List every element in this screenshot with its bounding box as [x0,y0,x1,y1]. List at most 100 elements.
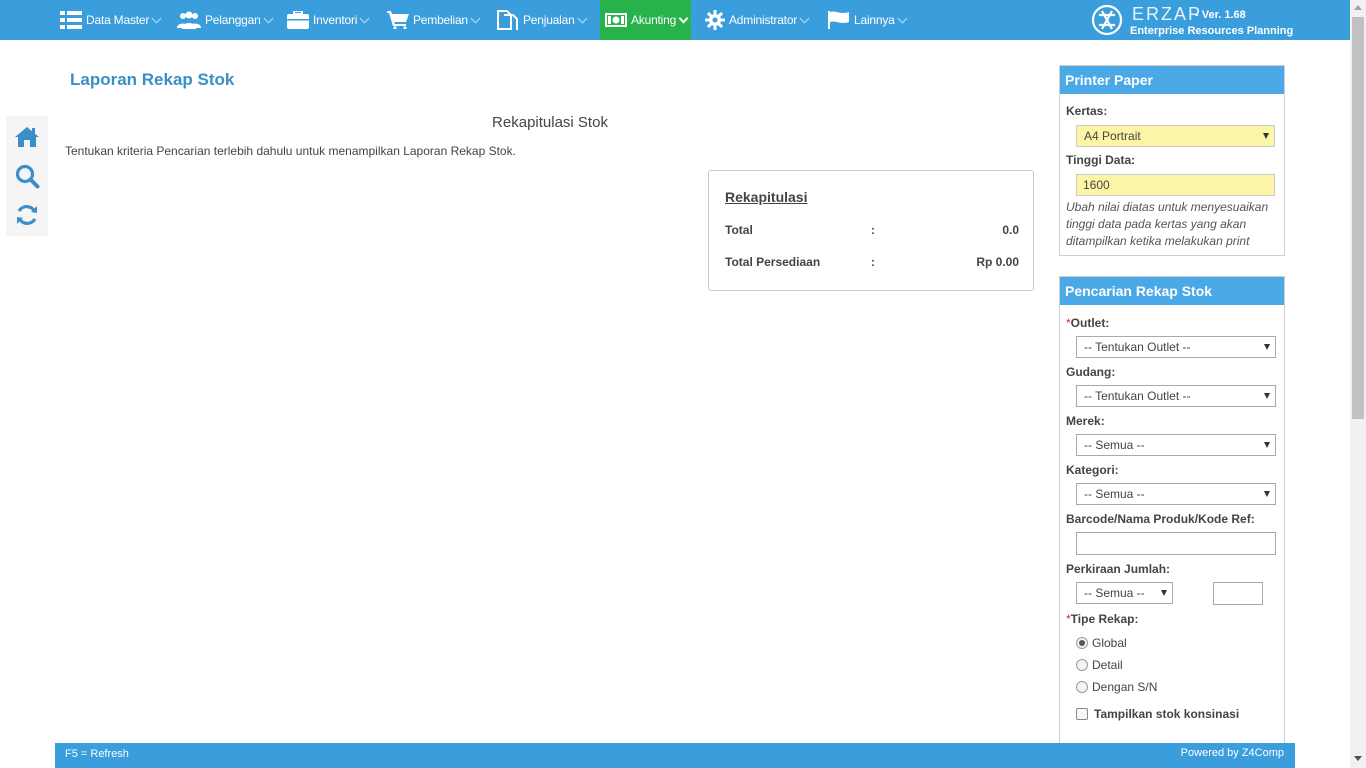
footer-bar: F5 = Refresh Powered by Z4Comp [55,743,1295,768]
nav-inventori[interactable]: Inventori [287,0,370,40]
kertas-select[interactable]: A4 Portrait [1076,125,1275,147]
radio-checked-icon[interactable] [1076,637,1088,649]
printer-hint: Ubah nilai diatas untuk menyesuaikan tin… [1066,200,1269,248]
recap-value: Rp 0.00 [976,255,1019,269]
nav-data-master[interactable]: Data Master [60,0,162,40]
dropdown-arrow-icon [1264,442,1270,448]
outlet-select[interactable]: -- Tentukan Outlet -- [1076,336,1276,358]
radio-label: Detail [1092,658,1123,672]
perkiraan-jumlah-label: Perkiraan Jumlah: [1066,562,1171,576]
radio-global[interactable]: Global [1076,636,1127,650]
konsinasi-checkbox[interactable]: Tampilkan stok konsinasi [1076,707,1239,721]
checkbox-label: Tampilkan stok konsinasi [1094,707,1240,721]
search-icon[interactable] [14,163,40,189]
scroll-thumb[interactable] [1352,17,1364,419]
chevron-down-icon [470,13,481,23]
report-title: Rekapitulasi Stok [492,114,608,131]
chevron-down-icon [577,13,588,23]
printer-paper-panel: Printer Paper Kertas: A4 Portrait Tinggi… [1059,65,1285,256]
nav-pembelian[interactable]: Pembelian [387,0,481,40]
brand-version: - Ver. 1.68 [1195,9,1246,21]
panel-heading: Pencarian Rekap Stok [1060,277,1284,305]
nav-akunting[interactable]: Akunting [600,0,691,40]
home-icon[interactable] [14,124,40,150]
select-value: -- Tentukan Outlet -- [1084,389,1191,403]
briefcase-icon [287,11,309,29]
kategori-select[interactable]: -- Semua -- [1076,483,1276,505]
refresh-icon[interactable] [14,202,40,228]
recap-heading: Rekapitulasi [725,189,808,205]
brand-name: ERZAP [1132,4,1203,24]
nav-label: Pelanggan [205,13,261,27]
chevron-down-icon [151,13,162,23]
left-toolbar [6,116,48,236]
jumlah-input[interactable] [1213,582,1263,605]
dropdown-arrow-icon [1263,133,1269,139]
barcode-label: Barcode/Nama Produk/Kode Ref: [1066,512,1255,526]
gudang-label: Gudang: [1066,365,1116,379]
scroll-up-icon[interactable] [1354,5,1362,10]
select-value: -- Semua -- [1084,487,1145,501]
recap-box: Rekapitulasi Total : 0.0 Total Persediaa… [708,170,1034,291]
document-icon [497,10,518,30]
jumlah-operator-select[interactable]: -- Semua -- [1076,582,1173,604]
search-panel: Pencarian Rekap Stok *Outlet: -- Tentuka… [1059,276,1285,746]
list-icon [60,11,82,29]
merek-label: Merek: [1066,414,1105,428]
dropdown-arrow-icon [1264,491,1270,497]
nav-label: Penjualan [523,13,575,27]
chevron-down-icon [678,13,689,23]
nav-pelanggan[interactable]: Pelanggan [177,0,274,40]
nav-label: Inventori [313,13,358,27]
nav-lainnya[interactable]: Lainnya [828,0,908,40]
tinggi-data-input[interactable]: 1600 [1076,174,1275,196]
outlet-label: *Outlet: [1066,316,1110,330]
recap-label: Total Persediaan [725,255,821,269]
dropdown-arrow-icon [1161,590,1167,596]
barcode-input[interactable] [1076,532,1276,555]
chevron-down-icon [263,13,274,23]
recap-colon: : [871,255,875,269]
radio-unchecked-icon[interactable] [1076,659,1088,671]
radio-label: Dengan S/N [1092,680,1158,694]
money-icon [605,13,627,27]
cart-icon [387,11,409,29]
panel-heading: Printer Paper [1060,66,1284,94]
radio-label: Global [1092,636,1127,650]
nav-penjualan[interactable]: Penjualan [497,0,588,40]
radio-dengan-sn[interactable]: Dengan S/N [1076,680,1157,694]
tipe-rekap-label: *Tipe Rekap: [1066,612,1139,626]
recap-value: 0.0 [1002,223,1019,237]
chevron-down-icon [359,13,370,23]
footer-powered-by: Powered by Z4Comp [1180,747,1284,759]
dropdown-arrow-icon [1264,393,1270,399]
page-title: Laporan Rekap Stok [70,70,235,89]
kertas-label: Kertas: [1066,104,1108,118]
gudang-select[interactable]: -- Tentukan Outlet -- [1076,385,1276,407]
dropdown-arrow-icon [1264,344,1270,350]
recap-label: Total [725,223,753,237]
radio-unchecked-icon[interactable] [1076,681,1088,693]
tinggi-data-label: Tinggi Data: [1066,153,1136,167]
radio-detail[interactable]: Detail [1076,658,1123,672]
select-value: -- Semua -- [1084,586,1145,600]
checkbox-icon[interactable] [1076,708,1088,720]
footer-refresh-hint: F5 = Refresh [65,748,129,760]
users-icon [177,11,201,29]
select-value: -- Tentukan Outlet -- [1084,340,1191,354]
top-navbar: Data Master Pelanggan Inventori Pembelia… [0,0,1350,40]
nav-label: Akunting [631,13,677,27]
recap-colon: : [871,223,875,237]
kategori-label: Kategori: [1066,463,1119,477]
vertical-scrollbar[interactable] [1350,0,1366,768]
nav-label: Data Master [86,13,150,27]
scroll-down-icon[interactable] [1354,756,1362,761]
select-value: A4 Portrait [1084,129,1141,143]
merek-select[interactable]: -- Semua -- [1076,434,1276,456]
info-text: Tentukan kriteria Pencarian terlebih dah… [65,144,516,158]
gear-icon [705,10,725,30]
chevron-down-icon [799,13,810,23]
nav-administrator[interactable]: Administrator [705,0,810,40]
flag-icon [828,11,849,29]
select-value: -- Semua -- [1084,438,1145,452]
